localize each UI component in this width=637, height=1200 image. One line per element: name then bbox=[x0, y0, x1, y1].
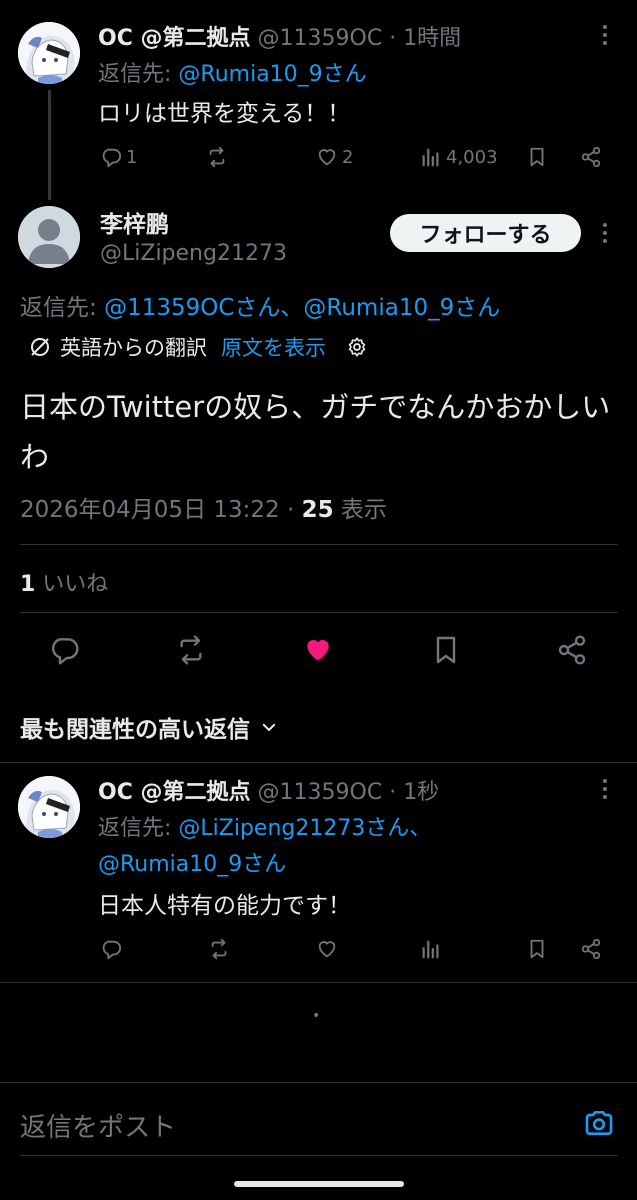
tweet-meta: 2026年04月05日 13:22 · 25 表示 bbox=[20, 490, 387, 524]
reply-button[interactable] bbox=[100, 938, 122, 960]
bookmark-icon bbox=[530, 939, 544, 959]
home-indicator bbox=[234, 1181, 404, 1187]
tweet-text: ロリは世界を変える！！ bbox=[98, 101, 351, 127]
camera-icon[interactable] bbox=[582, 1107, 616, 1139]
bookmark-icon bbox=[436, 636, 456, 664]
timestamp[interactable]: 1時間 bbox=[403, 26, 461, 51]
chevron-down-icon bbox=[260, 718, 278, 736]
bookmark-button[interactable] bbox=[526, 146, 548, 168]
display-name[interactable]: OC @第二拠点 bbox=[98, 26, 251, 51]
repost-button[interactable] bbox=[208, 938, 230, 960]
display-name[interactable]: 李梓鹏 bbox=[100, 205, 169, 239]
separator: · bbox=[389, 26, 397, 51]
reply-to-line: 返信先: @LiZipeng21273さん、 bbox=[98, 810, 431, 842]
heart-filled-icon bbox=[307, 640, 329, 661]
thread-line bbox=[48, 90, 51, 200]
parent-tweet-header: OC @第二拠点 @11359OC · 1時間 bbox=[98, 20, 461, 52]
reply-button[interactable]: 1 bbox=[100, 146, 137, 168]
reply-composer: 返信をポスト bbox=[0, 1082, 637, 1158]
display-name[interactable]: OC @第二拠点 bbox=[98, 780, 251, 805]
divider bbox=[0, 762, 637, 763]
reply-to-label: 返信先: bbox=[20, 295, 105, 321]
translation-row: 英語からの翻訳 原文を表示 bbox=[28, 332, 368, 362]
share-button[interactable] bbox=[580, 146, 602, 168]
divider bbox=[20, 544, 618, 545]
likes-label: いいね bbox=[35, 572, 109, 597]
show-original-link[interactable]: 原文を表示 bbox=[221, 332, 326, 362]
views-label: 表示 bbox=[333, 497, 387, 523]
share-icon bbox=[581, 146, 601, 168]
reply-button[interactable] bbox=[48, 634, 80, 666]
reply-icon bbox=[51, 638, 79, 665]
likes-summary[interactable]: 1 いいね bbox=[20, 566, 108, 598]
reply-to-link[interactable]: @Rumia10_9さん bbox=[303, 295, 500, 321]
translate-icon bbox=[28, 335, 52, 359]
avatar-oc[interactable] bbox=[18, 22, 80, 84]
avatar-default[interactable] bbox=[18, 206, 80, 268]
share-button[interactable] bbox=[556, 634, 588, 666]
repost-button[interactable] bbox=[206, 146, 228, 168]
like-count: 2 bbox=[342, 146, 354, 168]
repost-icon bbox=[180, 635, 202, 665]
share-icon bbox=[558, 635, 586, 665]
heart-icon bbox=[318, 149, 336, 166]
separator: · bbox=[286, 497, 295, 523]
more-icon[interactable] bbox=[602, 778, 608, 800]
composer-underline bbox=[20, 1155, 618, 1156]
tweet-text: 日本のTwitterの奴ら、ガチでなんかおかしいわ bbox=[20, 390, 611, 474]
divider bbox=[20, 612, 618, 613]
like-button-active[interactable] bbox=[302, 634, 334, 666]
repost-button[interactable] bbox=[175, 634, 207, 666]
reply-to-link[interactable]: @11359OCさん bbox=[104, 295, 280, 321]
views-button[interactable]: 4,003 bbox=[420, 146, 498, 168]
gear-icon[interactable] bbox=[346, 336, 368, 358]
reply-to-label: 返信先: bbox=[98, 816, 179, 841]
sort-label: 最も関連性の高い返信 bbox=[20, 717, 250, 743]
bookmark-button[interactable] bbox=[526, 938, 548, 960]
like-button[interactable]: 2 bbox=[316, 146, 353, 168]
follow-button[interactable]: フォローする bbox=[390, 214, 581, 252]
heart-icon bbox=[318, 941, 336, 958]
views-icon bbox=[422, 148, 439, 167]
reply-to-line: 返信先: @11359OCさん、@Rumia10_9さん bbox=[20, 288, 500, 322]
sort-dropdown[interactable]: 最も関連性の高い返信 bbox=[20, 710, 278, 744]
bookmark-button[interactable] bbox=[430, 634, 462, 666]
timestamp[interactable]: 1秒 bbox=[403, 780, 439, 805]
views-icon bbox=[422, 940, 439, 959]
reply-tweet-header: OC @第二拠点 @11359OC · 1秒 bbox=[98, 774, 439, 806]
divider bbox=[0, 982, 637, 983]
reply-to-label: 返信先: bbox=[98, 62, 179, 87]
translated-label: 英語からの翻訳 bbox=[60, 336, 207, 360]
reply-to-link[interactable]: @LiZipeng21273さん、 bbox=[178, 816, 431, 841]
share-icon bbox=[581, 938, 601, 960]
reply-to-link[interactable]: @Rumia10_9さん bbox=[178, 62, 366, 87]
views-button[interactable] bbox=[420, 938, 442, 960]
reply-icon bbox=[102, 940, 122, 960]
separator: · bbox=[389, 780, 397, 805]
loading-indicator: • bbox=[312, 1008, 321, 1024]
more-icon[interactable] bbox=[602, 24, 608, 46]
views-count: 25 bbox=[301, 497, 334, 523]
more-icon[interactable] bbox=[602, 222, 608, 244]
bookmark-icon bbox=[530, 147, 544, 167]
share-button[interactable] bbox=[580, 938, 602, 960]
likes-count: 1 bbox=[20, 572, 36, 597]
tweet-text: 日本人特有の能力です！ bbox=[98, 893, 351, 919]
like-button[interactable] bbox=[316, 938, 338, 960]
timestamp[interactable]: 2026年04月05日 13:22 bbox=[20, 497, 280, 523]
handle[interactable]: @11359OC bbox=[258, 780, 383, 805]
reply-count: 1 bbox=[126, 146, 138, 168]
repost-icon bbox=[209, 146, 225, 168]
reply-icon bbox=[102, 148, 122, 168]
handle[interactable]: @11359OC bbox=[258, 26, 383, 51]
avatar-oc[interactable] bbox=[18, 776, 80, 838]
reply-to-separator: 、 bbox=[280, 295, 304, 321]
handle[interactable]: @LiZipeng21273 bbox=[100, 241, 287, 266]
view-count: 4,003 bbox=[446, 146, 498, 168]
reply-to-line: 返信先: @Rumia10_9さん bbox=[98, 56, 367, 88]
reply-to-link[interactable]: @Rumia10_9さん bbox=[98, 846, 286, 878]
reply-input[interactable]: 返信をポスト bbox=[20, 1107, 176, 1144]
repost-icon bbox=[211, 938, 227, 960]
